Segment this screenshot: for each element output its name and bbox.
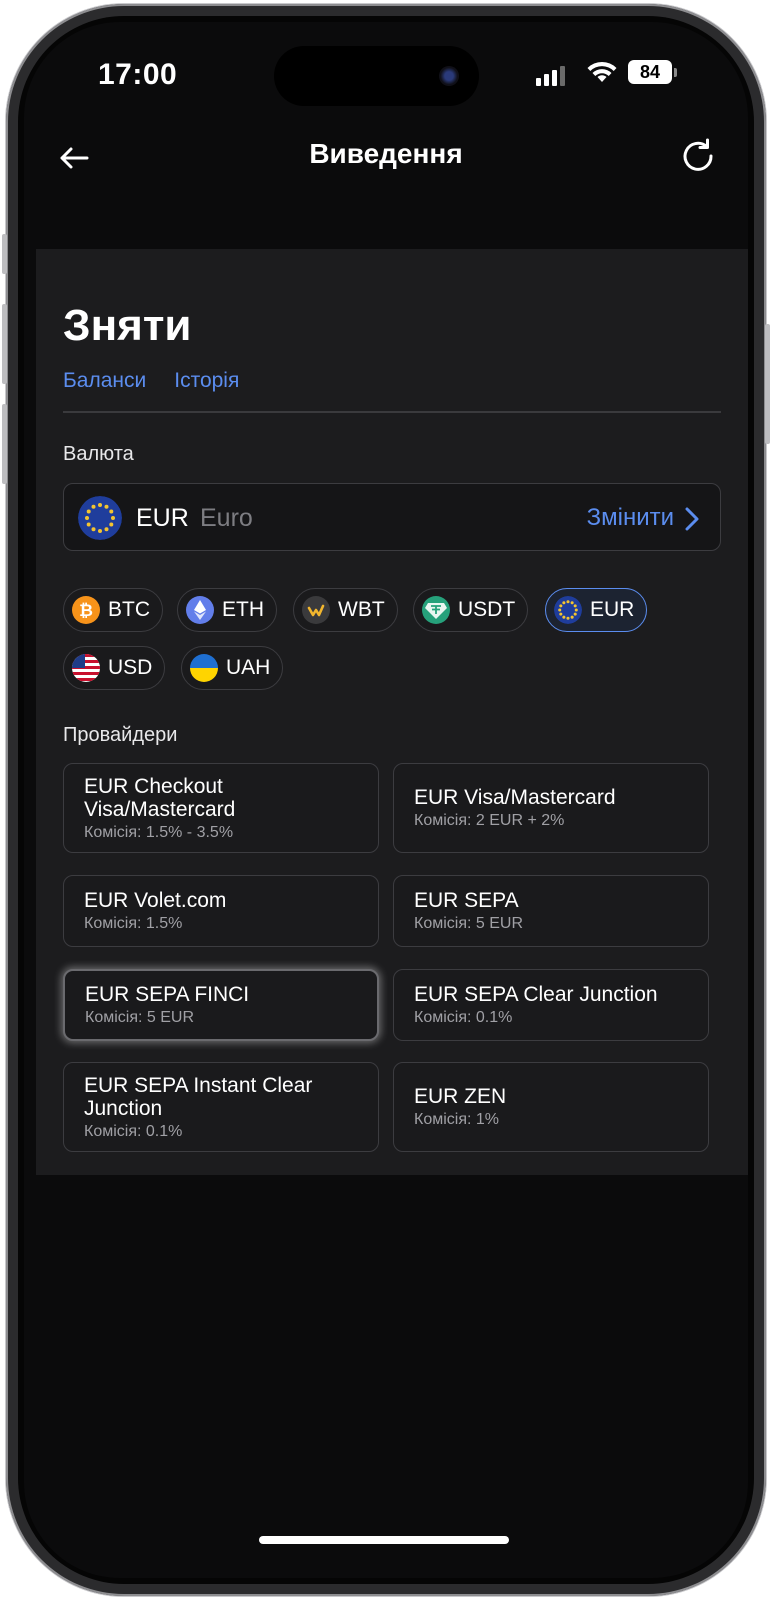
tabs: Баланси Історія xyxy=(63,369,239,393)
provider-fee: Комісія: 0.1% xyxy=(84,1122,183,1140)
chip-eth[interactable]: ETH xyxy=(177,588,277,632)
currency-label: Валюта xyxy=(63,443,134,465)
screen: 17:00 84 Виведення Зняти Баланси Історія… xyxy=(24,22,748,1578)
provider-name: EUR SEPA Clear Junction xyxy=(414,983,658,1006)
chip-wbt[interactable]: WBT xyxy=(293,588,398,632)
status-time: 17:00 xyxy=(98,58,178,91)
home-indicator[interactable] xyxy=(259,1536,509,1544)
volume-down-button xyxy=(2,404,7,484)
withdraw-panel: Зняти Баланси Історія Валюта EUR Euro Зм… xyxy=(36,249,748,1175)
provider-card[interactable]: EUR Volet.com Комісія: 1.5% xyxy=(63,875,379,947)
provider-card[interactable]: EUR SEPA Комісія: 5 EUR xyxy=(393,875,709,947)
provider-card[interactable]: EUR ZEN Комісія: 1% xyxy=(393,1062,709,1152)
provider-name: EUR SEPA xyxy=(414,889,519,912)
provider-card[interactable]: EUR SEPA Instant Clear Junction Комісія:… xyxy=(63,1062,379,1152)
provider-name: EUR Visa/Mastercard xyxy=(414,786,616,809)
provider-card[interactable]: EUR SEPA Clear Junction Комісія: 0.1% xyxy=(393,969,709,1041)
provider-name: EUR Checkout Visa/Mastercard xyxy=(84,774,236,821)
selected-currency-code: EUR xyxy=(136,504,189,532)
chip-label: BTC xyxy=(108,598,150,621)
selected-currency-name: Euro xyxy=(200,504,253,532)
tab-balances[interactable]: Баланси xyxy=(63,369,146,393)
tether-icon xyxy=(422,596,450,624)
refresh-icon[interactable] xyxy=(678,136,718,176)
chip-label: USDT xyxy=(458,598,516,621)
eu-flag-icon xyxy=(554,596,582,624)
chip-label: EUR xyxy=(590,598,635,621)
provider-card[interactable]: EUR Checkout Visa/Mastercard Комісія: 1.… xyxy=(63,763,379,853)
battery-tip xyxy=(674,68,677,77)
provider-fee: Комісія: 1.5% - 3.5% xyxy=(84,823,234,841)
provider-name: EUR SEPA Instant Clear Junction xyxy=(84,1073,313,1120)
mute-switch xyxy=(2,234,7,274)
chip-eur[interactable]: EUR xyxy=(545,588,648,632)
provider-fee: Комісія: 2 EUR + 2% xyxy=(414,812,565,829)
whitebit-icon xyxy=(302,596,330,624)
providers-label: Провайдери xyxy=(63,724,178,746)
chip-usd[interactable]: USD xyxy=(63,646,166,690)
power-button xyxy=(765,324,770,444)
chip-label: USD xyxy=(108,656,153,679)
chip-label: ETH xyxy=(222,598,264,621)
change-currency-link[interactable]: Змінити xyxy=(587,504,674,532)
ethereum-icon xyxy=(186,596,214,624)
provider-card[interactable]: EUR Visa/Mastercard Комісія: 2 EUR + 2% xyxy=(393,763,709,853)
chip-uah[interactable]: UAH xyxy=(181,646,284,690)
status-bar: 17:00 84 xyxy=(24,22,748,122)
wifi-icon xyxy=(587,61,617,82)
chip-btc[interactable]: ₿ BTC xyxy=(63,588,163,632)
ua-flag-icon xyxy=(190,654,218,682)
chip-usdt[interactable]: USDT xyxy=(413,588,529,632)
signal-icon xyxy=(536,66,565,86)
divider xyxy=(63,411,721,413)
nav-bar: Виведення xyxy=(24,122,748,202)
eu-flag-icon xyxy=(78,496,122,540)
phone-frame: 17:00 84 Виведення Зняти Баланси Історія… xyxy=(2,4,770,1596)
camera-icon xyxy=(439,66,459,86)
chip-label: WBT xyxy=(338,598,385,621)
tab-history[interactable]: Історія xyxy=(174,369,239,393)
provider-fee: Комісія: 1.5% xyxy=(84,915,183,932)
provider-fee: Комісія: 5 EUR xyxy=(85,1009,195,1026)
page-title: Зняти xyxy=(63,301,192,350)
provider-fee: Комісія: 5 EUR xyxy=(414,915,524,932)
provider-fee: Комісія: 1% xyxy=(414,1111,500,1128)
battery-indicator: 84 xyxy=(628,60,672,84)
bitcoin-icon: ₿ xyxy=(72,596,100,624)
provider-name: EUR ZEN xyxy=(414,1085,507,1108)
us-flag-icon xyxy=(72,654,100,682)
chip-label: UAH xyxy=(226,656,271,679)
provider-name: EUR SEPA FINCI xyxy=(85,983,250,1006)
currency-selector[interactable]: EUR Euro Змінити xyxy=(63,483,721,551)
chevron-right-icon xyxy=(685,507,699,531)
volume-up-button xyxy=(2,304,7,384)
svg-text:₿: ₿ xyxy=(79,601,93,621)
provider-fee: Комісія: 0.1% xyxy=(414,1009,513,1026)
provider-name: EUR Volet.com xyxy=(84,889,227,912)
provider-card-focused[interactable]: EUR SEPA FINCI Комісія: 5 EUR xyxy=(63,969,379,1041)
dynamic-island xyxy=(274,46,479,106)
nav-title: Виведення xyxy=(309,138,463,169)
